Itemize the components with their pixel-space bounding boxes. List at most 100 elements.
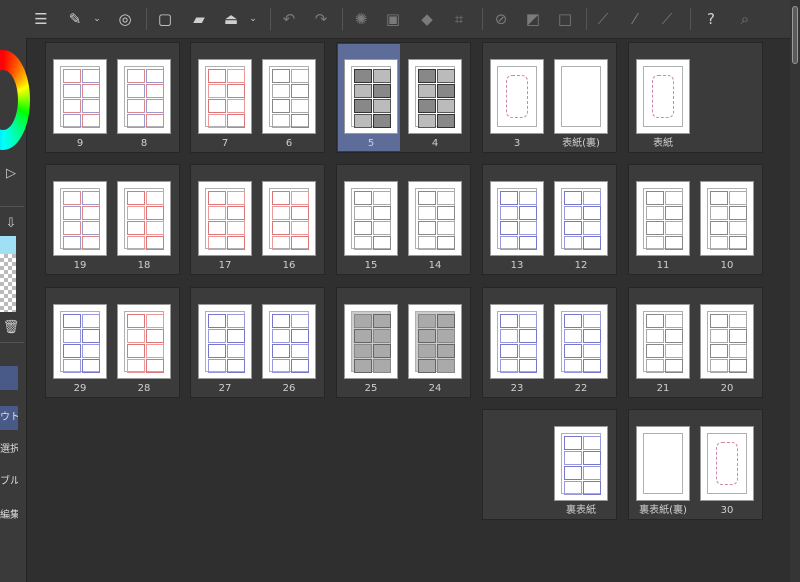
panel-cell	[208, 84, 226, 98]
page-thumbnail[interactable]	[636, 59, 690, 134]
panel-cell	[665, 191, 683, 205]
panel-cell	[500, 221, 518, 235]
page-number-label: 29	[73, 383, 87, 394]
panel-cell	[437, 314, 455, 328]
page-thumbnail[interactable]	[117, 181, 171, 256]
panel-cell	[82, 344, 100, 358]
page-thumbnail[interactable]	[344, 181, 398, 256]
toolbar-divider	[690, 8, 691, 30]
panel-cell	[373, 221, 391, 235]
page-thumbnail[interactable]	[198, 59, 252, 134]
trash-icon[interactable]: 🗑	[2, 320, 20, 336]
redo-icon[interactable]: ↷	[312, 10, 330, 28]
page-thumbnail[interactable]	[117, 304, 171, 379]
pen-icon[interactable]: ⟋	[658, 10, 676, 28]
line-tool-icon[interactable]: ⟋	[594, 10, 612, 28]
open-folder-icon[interactable]: ▰	[190, 10, 208, 28]
page-thumbnail[interactable]	[198, 181, 252, 256]
undo-icon[interactable]: ↶	[280, 10, 298, 28]
left-tab-1[interactable]: 選択	[0, 438, 18, 462]
page-thumbnail[interactable]	[700, 426, 754, 501]
page-thumbnail[interactable]	[53, 304, 107, 379]
help-icon[interactable]: ?	[702, 10, 720, 28]
page-thumbnail[interactable]	[408, 181, 462, 256]
panel-cell	[583, 359, 601, 373]
chevron-down-icon[interactable]: ⌄	[248, 10, 258, 28]
page-thumbnail[interactable]	[554, 304, 608, 379]
page-thumbnail[interactable]	[344, 304, 398, 379]
color-wheel[interactable]	[0, 50, 30, 150]
spiral-icon[interactable]: ◎	[116, 10, 134, 28]
toolbar-divider	[342, 8, 343, 30]
page-thumbnail[interactable]	[490, 181, 544, 256]
panel-cell	[146, 84, 164, 98]
page-number-label: 15	[364, 260, 378, 271]
invert-selection-icon[interactable]: ◩	[524, 10, 542, 28]
page-thumbnail[interactable]	[554, 426, 608, 501]
page-thumbnail[interactable]	[554, 59, 608, 134]
panel-cell	[127, 206, 145, 220]
search-icon[interactable]: ⌕	[736, 10, 754, 28]
panel-cell	[227, 84, 245, 98]
transparent-swatch[interactable]	[0, 254, 16, 312]
panel-cell	[146, 221, 164, 235]
panel-cell	[146, 191, 164, 205]
page-thumbnail[interactable]	[700, 304, 754, 379]
panel-cell	[665, 359, 683, 373]
left-tab-2[interactable]: ブル	[0, 470, 18, 494]
page-thumbnail[interactable]	[700, 181, 754, 256]
new-page-icon[interactable]: ▢	[156, 10, 174, 28]
brush-icon[interactable]: ⁄	[626, 10, 644, 28]
menu-icon[interactable]: ☰	[32, 10, 50, 28]
page-thumbnail[interactable]	[262, 304, 316, 379]
left-tab-empty[interactable]	[0, 366, 18, 390]
page-thumbnail[interactable]	[262, 59, 316, 134]
panel-cell	[729, 329, 747, 343]
page-thumbnail[interactable]	[262, 181, 316, 256]
panel-cell	[583, 329, 601, 343]
color-swatch[interactable]	[0, 236, 16, 254]
panel-cell	[583, 481, 601, 495]
page-frame	[124, 311, 164, 373]
import-icon[interactable]: ⇩	[2, 216, 20, 232]
page-thumbnail[interactable]	[117, 59, 171, 134]
deselect-icon[interactable]: ⊘	[492, 10, 510, 28]
left-tab-3[interactable]: 編集	[0, 504, 18, 528]
page-frame	[643, 188, 683, 250]
vertical-scrollbar[interactable]	[790, 0, 800, 582]
panel-cell	[564, 436, 582, 450]
page-thumbnail[interactable]	[636, 181, 690, 256]
play-icon[interactable]: ▷	[2, 166, 20, 182]
page-thumbnail[interactable]	[636, 426, 690, 501]
export-icon[interactable]: ⏏	[222, 10, 240, 28]
page-frame	[497, 66, 537, 127]
transform-icon[interactable]: ⌗	[450, 10, 468, 28]
panel-cell	[63, 191, 81, 205]
page-thumbnail[interactable]	[344, 59, 398, 134]
panel-cell	[564, 221, 582, 235]
fill-icon[interactable]: ▣	[384, 10, 402, 28]
page-thumbnail[interactable]	[554, 181, 608, 256]
page-thumbnail[interactable]	[53, 59, 107, 134]
panel-cell	[63, 236, 81, 250]
panel-cell	[665, 344, 683, 358]
page-thumbnail[interactable]	[490, 59, 544, 134]
page-thumbnail[interactable]	[636, 304, 690, 379]
page-thumbnail[interactable]	[198, 304, 252, 379]
panel-cell	[227, 206, 245, 220]
clear-icon[interactable]: ✺	[352, 10, 370, 28]
scrollbar-thumb[interactable]	[792, 6, 798, 64]
panel-cell	[227, 236, 245, 250]
panel-cell	[227, 221, 245, 235]
page-thumbnail[interactable]	[408, 59, 462, 134]
pen-settings-icon[interactable]: ✎	[66, 10, 84, 28]
page-thumbnail[interactable]	[408, 304, 462, 379]
panel-cell	[63, 359, 81, 373]
bucket-icon[interactable]: ◆	[418, 10, 436, 28]
select-border-icon[interactable]: □	[556, 10, 574, 28]
chevron-down-icon[interactable]: ⌄	[92, 10, 102, 28]
left-tab-0[interactable]: ウト	[0, 406, 18, 430]
page-thumbnail[interactable]	[53, 181, 107, 256]
panel-cell	[646, 221, 664, 235]
page-thumbnail[interactable]	[490, 304, 544, 379]
